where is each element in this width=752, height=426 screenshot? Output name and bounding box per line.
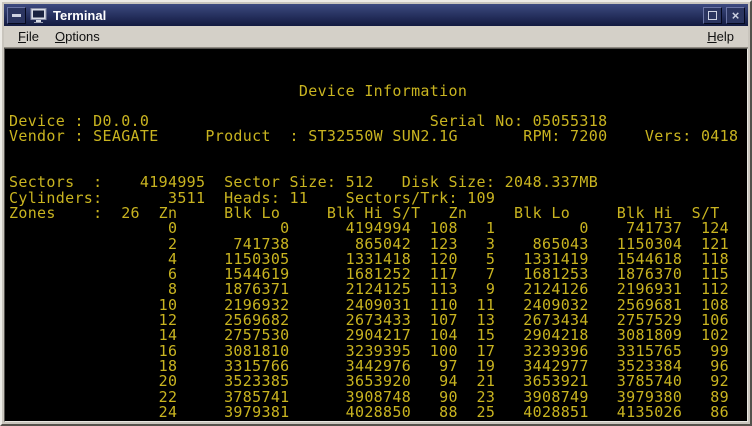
- terminal-line: [9, 145, 747, 160]
- titlebar[interactable]: Terminal ×: [4, 4, 748, 26]
- close-icon: ×: [732, 9, 740, 22]
- maximize-icon: [708, 11, 717, 20]
- menu-file-label: F: [18, 29, 26, 44]
- menu-options[interactable]: Options: [47, 27, 108, 46]
- terminal-icon: [30, 8, 47, 23]
- window-menu-icon: [12, 14, 21, 17]
- terminal-output: Device Information Device : D0.0.0 Seria…: [9, 84, 747, 422]
- maximize-button[interactable]: [703, 7, 722, 24]
- terminal-line: Device Information: [9, 84, 747, 99]
- menu-options-label: O: [55, 29, 65, 44]
- terminal-window: Terminal × File Options Help Device Info…: [0, 0, 752, 426]
- terminal-screen[interactable]: Device Information Device : D0.0.0 Seria…: [4, 48, 748, 422]
- menu-help-label-rest: elp: [717, 29, 734, 44]
- menubar: File Options Help: [4, 26, 748, 48]
- menu-options-label-rest: ptions: [65, 29, 100, 44]
- menu-help[interactable]: Help: [699, 27, 742, 46]
- menu-file[interactable]: File: [10, 27, 47, 46]
- window-menu-button[interactable]: [7, 7, 26, 24]
- terminal-line: Vendor : SEAGATE Product : ST32550W SUN2…: [9, 129, 747, 144]
- menu-help-label: H: [707, 29, 716, 44]
- close-button[interactable]: ×: [726, 7, 745, 24]
- window-title: Terminal: [53, 8, 106, 23]
- menu-file-label-rest: ile: [26, 29, 39, 44]
